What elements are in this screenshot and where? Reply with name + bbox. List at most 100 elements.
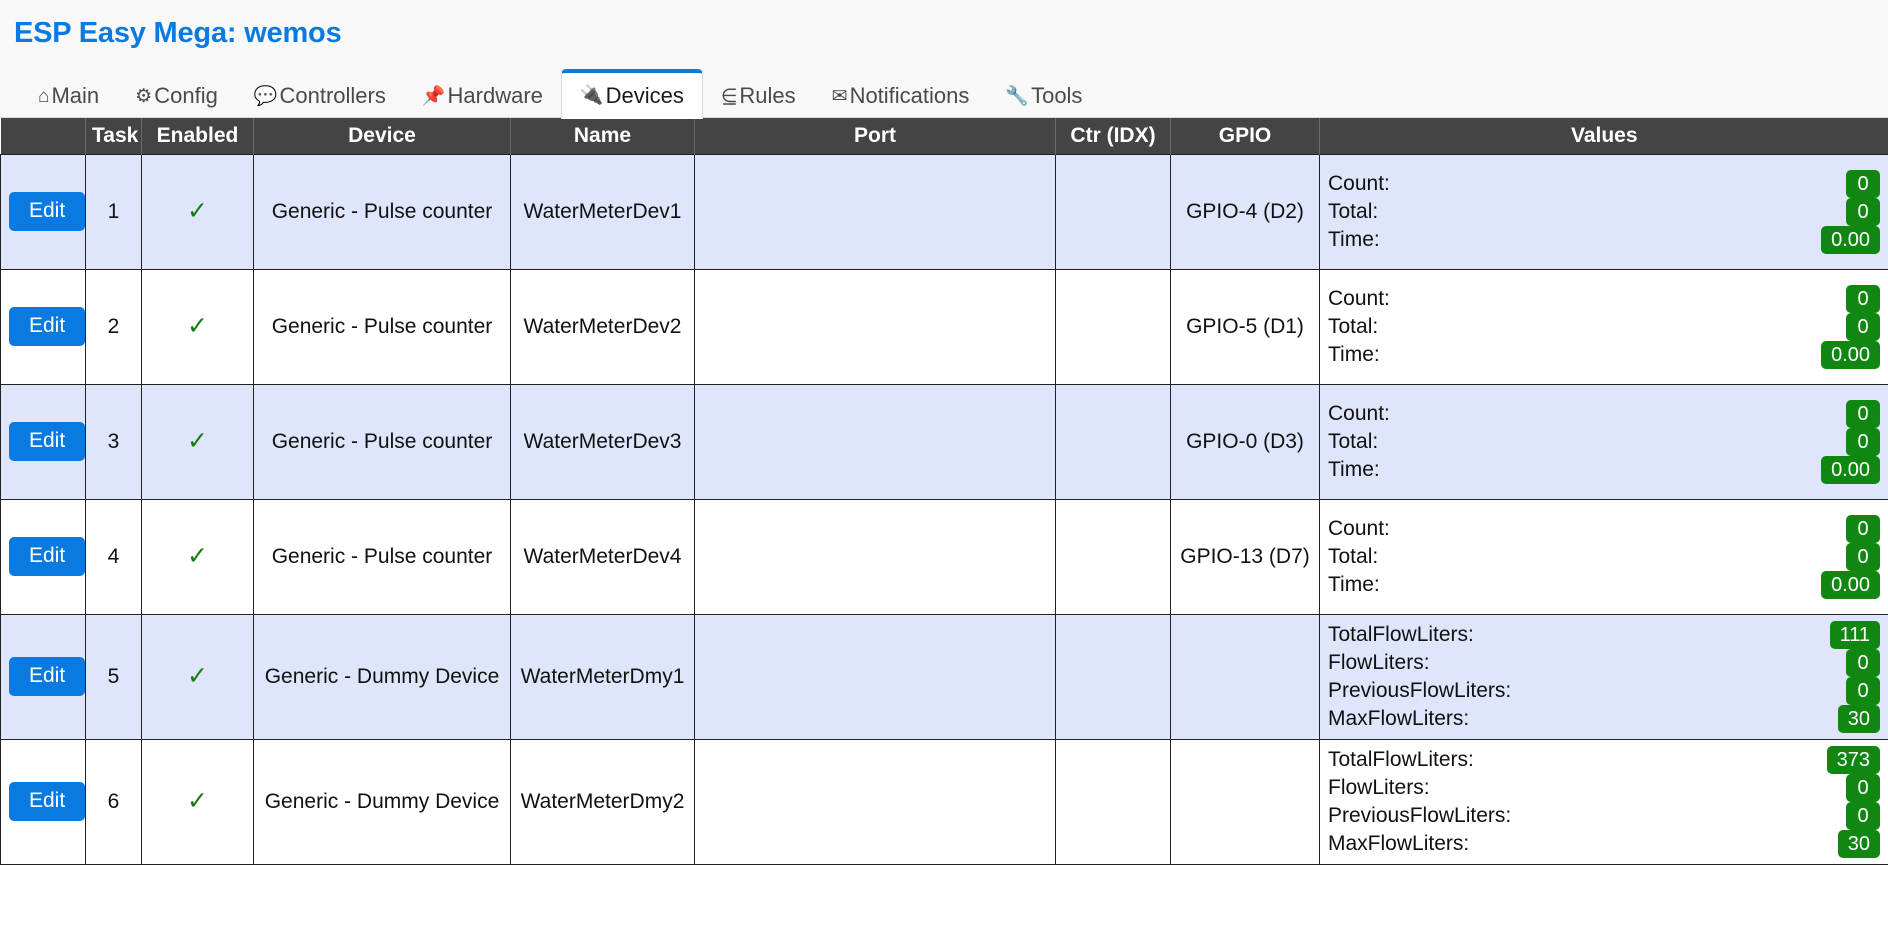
enabled-check-icon: ✓	[187, 786, 208, 815]
devices-table-container: Task Enabled Device Name Port Ctr (IDX) GPIO Va…	[0, 118, 1888, 925]
value-row: FlowLiters: 0	[1328, 773, 1880, 802]
value-badge: 0	[1846, 312, 1880, 341]
cell-ctr-idx	[1055, 153, 1171, 270]
cell-task: 2	[85, 268, 142, 385]
value-badge: 0.00	[1821, 455, 1880, 484]
edit-button[interactable]: Edit	[9, 307, 86, 346]
values-list: Count: 0 Total: 0 Time: 0.00	[1328, 399, 1880, 484]
cell-device: Generic - Pulse counter	[253, 153, 511, 270]
edit-button[interactable]: Edit	[9, 192, 86, 231]
wrench-icon: 🔧	[1005, 85, 1030, 107]
value-label: TotalFlowLiters:	[1328, 622, 1474, 646]
table-row: Edit 2 ✓ Generic - Pulse counter WaterMeterD…	[0, 268, 1888, 385]
cell-actions: Edit	[0, 153, 86, 270]
value-label: Count:	[1328, 171, 1390, 195]
cell-device: Generic - Dummy Device	[253, 613, 511, 740]
value-label: TotalFlowLiters:	[1328, 747, 1474, 771]
cell-task: 6	[85, 738, 142, 865]
value-label: Time:	[1328, 342, 1380, 366]
table-row: Edit 5 ✓ Generic - Dummy Device WaterMeterDm…	[0, 613, 1888, 740]
cell-device: Generic - Pulse counter	[253, 498, 511, 615]
col-header-task: Task	[85, 118, 142, 154]
value-row: PreviousFlowLiters: 0	[1328, 801, 1880, 830]
page-title: ESP Easy Mega: wemos	[14, 17, 342, 49]
tab-rules[interactable]: ⋸ Rules	[703, 74, 814, 118]
pushpin-icon: 📌	[421, 85, 446, 107]
value-row: Time: 0.00	[1328, 455, 1880, 484]
devices-page: ESP Easy Mega: wemos ⌂ Main ⚙ Config 💬 Contro…	[0, 0, 1888, 925]
cell-ctr-idx	[1055, 383, 1171, 500]
rules-arrow-icon: ⋸	[720, 85, 738, 107]
col-header-actions	[0, 118, 86, 154]
value-row: Time: 0.00	[1328, 570, 1880, 599]
value-label: Time:	[1328, 572, 1380, 596]
enabled-check-icon: ✓	[187, 661, 208, 690]
value-label: Count:	[1328, 401, 1390, 425]
tab-label: Devices	[605, 82, 684, 108]
cell-device: Generic - Pulse counter	[253, 268, 511, 385]
table-row: Edit 1 ✓ Generic - Pulse counter WaterMeterD…	[0, 153, 1888, 270]
cell-name: WaterMeterDev1	[510, 153, 695, 270]
value-label: Total:	[1328, 429, 1379, 453]
tab-main[interactable]: ⌂ Main	[20, 74, 117, 118]
value-row: Count: 0	[1328, 399, 1880, 428]
cell-values: Count: 0 Total: 0 Time: 0.00	[1319, 383, 1888, 500]
tab-label: Controllers	[279, 83, 386, 108]
values-list: Count: 0 Total: 0 Time: 0.00	[1328, 514, 1880, 599]
col-header-ctr-idx: Ctr (IDX)	[1055, 118, 1171, 154]
edit-button[interactable]: Edit	[9, 422, 86, 461]
edit-button[interactable]: Edit	[9, 782, 86, 821]
tab-controllers[interactable]: 💬 Controllers	[236, 74, 404, 118]
enabled-check-icon: ✓	[187, 311, 208, 340]
cell-device: Generic - Dummy Device	[253, 738, 511, 865]
table-row: Edit 6 ✓ Generic - Dummy Device WaterMeterDm…	[0, 738, 1888, 865]
edit-button[interactable]: Edit	[9, 657, 86, 696]
nav-tabbar: ⌂ Main ⚙ Config 💬 Controllers 📌 Hardware 🔌 Device…	[0, 62, 1888, 119]
edit-button[interactable]: Edit	[9, 537, 86, 576]
value-row: Count: 0	[1328, 169, 1880, 198]
cell-gpio	[1170, 613, 1320, 740]
values-list: TotalFlowLiters: 111 FlowLiters: 0 PreviousF…	[1328, 620, 1880, 733]
cell-enabled: ✓	[141, 383, 254, 500]
value-row: Total: 0	[1328, 197, 1880, 226]
tab-tools[interactable]: 🔧 Tools	[987, 74, 1100, 118]
value-badge: 0	[1846, 514, 1880, 543]
cell-port	[694, 383, 1056, 500]
tab-label: Config	[154, 83, 218, 108]
cell-enabled: ✓	[141, 498, 254, 615]
tab-hardware[interactable]: 📌 Hardware	[404, 74, 561, 118]
tab-config[interactable]: ⚙ Config	[117, 74, 236, 118]
table-row: Edit 4 ✓ Generic - Pulse counter WaterMeterD…	[0, 498, 1888, 615]
cell-actions: Edit	[0, 268, 86, 385]
cell-enabled: ✓	[141, 153, 254, 270]
value-label: MaxFlowLiters:	[1328, 706, 1470, 730]
col-header-name: Name	[510, 118, 695, 154]
value-row: Count: 0	[1328, 284, 1880, 313]
value-badge: 0.00	[1821, 570, 1880, 599]
value-badge: 0.00	[1821, 340, 1880, 369]
value-row: Total: 0	[1328, 427, 1880, 456]
value-badge: 0	[1846, 801, 1880, 830]
tab-devices[interactable]: 🔌 Devices	[560, 69, 703, 119]
cell-name: WaterMeterDmy2	[510, 738, 695, 865]
cell-ctr-idx	[1055, 268, 1171, 385]
value-badge: 30	[1837, 829, 1880, 858]
value-row: TotalFlowLiters: 111	[1328, 620, 1880, 649]
cell-task: 1	[85, 153, 142, 270]
cell-gpio: GPIO-0 (D3)	[1170, 383, 1320, 500]
value-badge: 111	[1829, 620, 1880, 649]
tab-label: Tools	[1031, 83, 1083, 108]
value-row: FlowLiters: 0	[1328, 648, 1880, 677]
value-badge: 0	[1846, 197, 1880, 226]
value-row: Count: 0	[1328, 514, 1880, 543]
cell-gpio	[1170, 738, 1320, 865]
value-row: Total: 0	[1328, 312, 1880, 341]
cell-ctr-idx	[1055, 498, 1171, 615]
col-header-device: Device	[253, 118, 511, 154]
cell-enabled: ✓	[141, 613, 254, 740]
col-header-port: Port	[694, 118, 1056, 154]
col-header-enabled: Enabled	[141, 118, 254, 154]
devices-table-head: Task Enabled Device Name Port Ctr (IDX) GPIO Va…	[0, 118, 1888, 154]
value-label: Count:	[1328, 286, 1390, 310]
tab-notifications[interactable]: ✉ Notifications	[814, 74, 988, 118]
